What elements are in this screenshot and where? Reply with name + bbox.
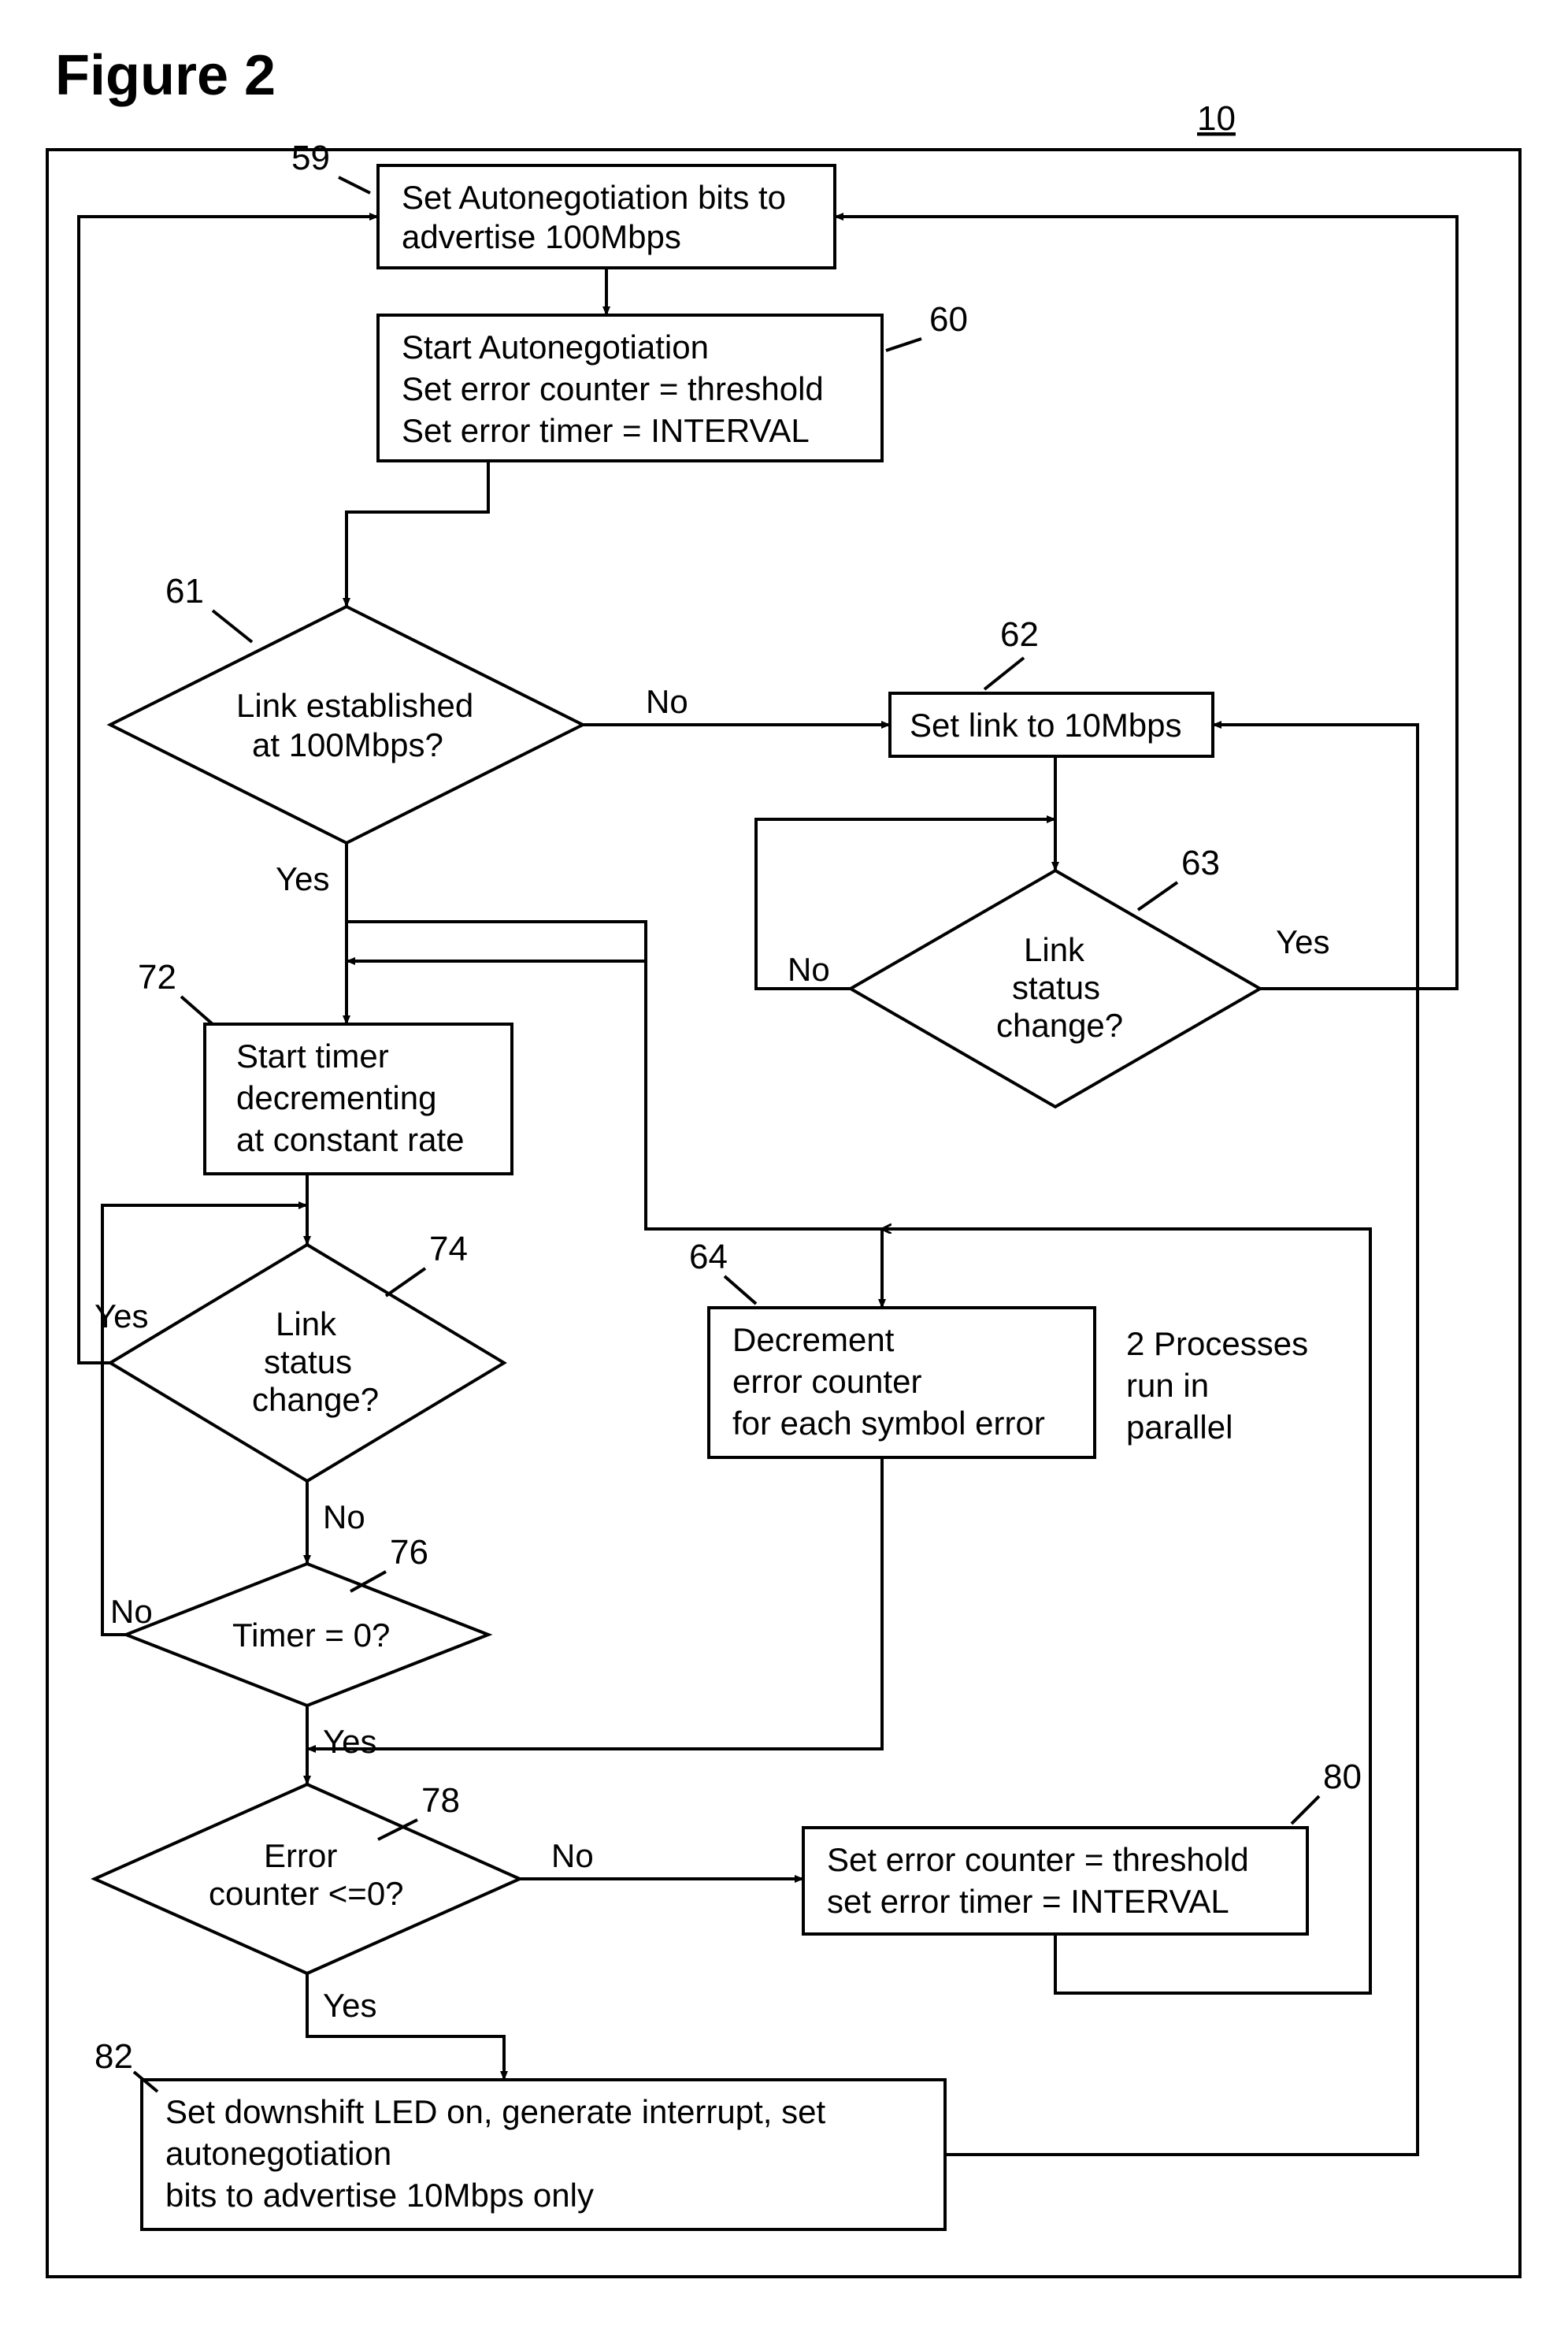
label-74-no: No xyxy=(323,1498,365,1535)
label-63-no: No xyxy=(788,951,830,988)
svg-text:autonegotiation: autonegotiation xyxy=(165,2135,391,2172)
svg-text:Set Autonegotiation bits to: Set Autonegotiation bits to xyxy=(402,179,786,216)
figure-title: Figure 2 xyxy=(55,44,276,107)
ref-72: 72 xyxy=(138,958,176,997)
svg-text:Link established: Link established xyxy=(236,687,473,724)
ref-78: 78 xyxy=(421,1781,460,1820)
svg-text:Link: Link xyxy=(1024,931,1085,968)
svg-text:decrementing: decrementing xyxy=(236,1079,436,1116)
node-62: Set link to 10Mbps xyxy=(890,693,1213,756)
svg-text:counter <=0?: counter <=0? xyxy=(209,1875,404,1912)
ref-82: 82 xyxy=(95,2037,133,2076)
svg-text:status: status xyxy=(1012,969,1100,1006)
svg-text:Set error counter = threshold: Set error counter = threshold xyxy=(402,370,824,407)
ref-59: 59 xyxy=(291,139,330,177)
label-76-no: No xyxy=(110,1593,153,1630)
ref-64: 64 xyxy=(689,1238,728,1276)
svg-text:change?: change? xyxy=(996,1007,1123,1044)
svg-text:for each symbol error: for each symbol error xyxy=(732,1405,1045,1442)
page-ref: 10 xyxy=(1197,99,1236,138)
label-61-no: No xyxy=(646,683,688,720)
svg-text:change?: change? xyxy=(252,1381,379,1418)
node-64: Decrement error counter for each symbol … xyxy=(709,1308,1095,1457)
svg-text:Set downshift LED on, generate: Set downshift LED on, generate interrupt… xyxy=(165,2093,825,2130)
ref-61: 61 xyxy=(165,572,204,611)
ref-80: 80 xyxy=(1323,1758,1362,1796)
node-82: Set downshift LED on, generate interrupt… xyxy=(142,2080,945,2229)
label-78-yes: Yes xyxy=(323,1987,377,2024)
label-78-no: No xyxy=(551,1837,594,1874)
note-parallel-2: run in xyxy=(1126,1367,1209,1404)
svg-text:at 100Mbps?: at 100Mbps? xyxy=(252,726,443,763)
ref-62: 62 xyxy=(1000,615,1039,654)
svg-text:Link: Link xyxy=(276,1305,337,1342)
svg-text:Start timer: Start timer xyxy=(236,1038,389,1075)
note-parallel-3: parallel xyxy=(1126,1409,1233,1446)
svg-text:at constant rate: at constant rate xyxy=(236,1121,465,1158)
node-60: Start Autonegotiation Set error counter … xyxy=(378,315,882,461)
svg-text:Error: Error xyxy=(264,1837,337,1874)
label-76-yes: Yes xyxy=(323,1723,377,1760)
svg-text:Set error counter = threshold: Set error counter = threshold xyxy=(827,1841,1249,1878)
ref-63: 63 xyxy=(1181,844,1220,882)
node-59: Set Autonegotiation bits to advertise 10… xyxy=(378,165,835,268)
svg-text:advertise 100Mbps: advertise 100Mbps xyxy=(402,218,681,255)
ref-60: 60 xyxy=(929,300,968,339)
svg-text:status: status xyxy=(264,1343,352,1380)
ref-74: 74 xyxy=(429,1230,468,1268)
node-72: Start timer decrementing at constant rat… xyxy=(205,1024,512,1174)
label-63-yes: Yes xyxy=(1276,923,1330,960)
svg-text:set error timer = INTERVAL: set error timer = INTERVAL xyxy=(827,1883,1229,1920)
ref-76: 76 xyxy=(390,1533,428,1572)
svg-text:bits to advertise 10Mbps only: bits to advertise 10Mbps only xyxy=(165,2177,594,2214)
svg-text:Decrement: Decrement xyxy=(732,1321,895,1358)
node-80: Set error counter = threshold set error … xyxy=(803,1828,1307,1934)
svg-text:Set link to 10Mbps: Set link to 10Mbps xyxy=(910,707,1182,744)
note-parallel-1: 2 Processes xyxy=(1126,1325,1308,1362)
svg-text:Start Autonegotiation: Start Autonegotiation xyxy=(402,329,709,366)
svg-text:error counter: error counter xyxy=(732,1363,921,1400)
svg-text:Timer = 0?: Timer = 0? xyxy=(232,1617,390,1654)
svg-text:Set error timer = INTERVAL: Set error timer = INTERVAL xyxy=(402,412,810,449)
label-61-yes: Yes xyxy=(276,860,330,897)
